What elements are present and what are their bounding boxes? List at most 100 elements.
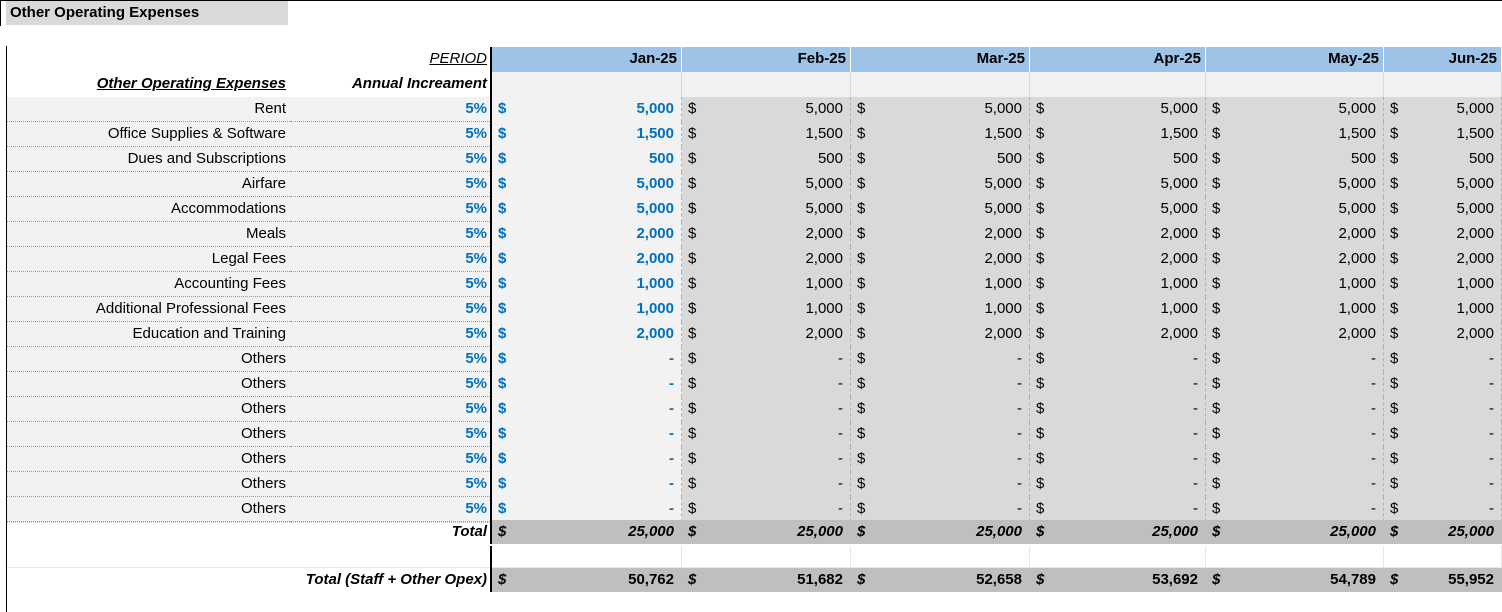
- month-cell[interactable]: $1,000: [1206, 297, 1384, 322]
- month-cell[interactable]: $1,000: [1030, 272, 1206, 297]
- month-header[interactable]: Apr-25: [1030, 47, 1206, 72]
- section-label[interactable]: Other Operating Expenses: [7, 72, 290, 97]
- month-cell[interactable]: $2,000: [1206, 322, 1384, 347]
- month-cell[interactable]: $1,000: [682, 297, 851, 322]
- month-cell[interactable]: $2,000: [1030, 247, 1206, 272]
- month-cell[interactable]: $ -: [1384, 347, 1502, 372]
- month-cell[interactable]: $25,000: [851, 520, 1030, 544]
- month-cell[interactable]: $2,000: [492, 247, 682, 272]
- month-cell[interactable]: $ -: [1206, 497, 1384, 522]
- month-cell[interactable]: [492, 546, 682, 568]
- month-cell[interactable]: $ -: [1206, 447, 1384, 472]
- month-cell[interactable]: $1,000: [851, 272, 1030, 297]
- month-cell[interactable]: [1206, 72, 1384, 97]
- month-cell[interactable]: $2,000: [851, 322, 1030, 347]
- month-cell[interactable]: $5,000: [1030, 97, 1206, 122]
- increment-input[interactable]: 5%: [290, 172, 490, 197]
- increment-input[interactable]: 5%: [290, 197, 490, 222]
- month-cell[interactable]: $5,000: [492, 97, 682, 122]
- month-header[interactable]: May-25: [1206, 47, 1384, 72]
- month-cell[interactable]: [682, 546, 851, 568]
- month-cell[interactable]: $1,000: [492, 272, 682, 297]
- month-header[interactable]: Mar-25: [851, 47, 1030, 72]
- increment-input[interactable]: 5%: [290, 97, 490, 122]
- month-cell[interactable]: $ -: [1030, 472, 1206, 497]
- month-cell[interactable]: $25,000: [1030, 520, 1206, 544]
- month-cell[interactable]: $ -: [492, 422, 682, 447]
- month-cell[interactable]: $ -: [682, 397, 851, 422]
- month-header[interactable]: Feb-25: [682, 47, 851, 72]
- month-cell[interactable]: $25,000: [682, 520, 851, 544]
- month-cell[interactable]: $5,000: [682, 172, 851, 197]
- month-cell[interactable]: $2,000: [682, 222, 851, 247]
- month-cell[interactable]: $2,000: [1384, 322, 1502, 347]
- increment-input[interactable]: 5%: [290, 372, 490, 397]
- month-cell[interactable]: $ -: [851, 472, 1030, 497]
- month-cell[interactable]: $5,000: [851, 197, 1030, 222]
- month-cell[interactable]: [492, 72, 682, 97]
- month-cell[interactable]: $1,500: [851, 122, 1030, 147]
- month-cell[interactable]: $5,000: [492, 197, 682, 222]
- increment-input[interactable]: 5%: [290, 222, 490, 247]
- month-cell[interactable]: $1,500: [1030, 122, 1206, 147]
- month-cell[interactable]: $1,500: [492, 122, 682, 147]
- month-cell[interactable]: $ -: [1206, 422, 1384, 447]
- month-cell[interactable]: $ -: [1206, 397, 1384, 422]
- month-cell[interactable]: [851, 546, 1030, 568]
- month-cell[interactable]: $500: [492, 147, 682, 172]
- month-cell[interactable]: $54,789: [1206, 568, 1384, 592]
- month-cell[interactable]: $55,952: [1384, 568, 1502, 592]
- month-cell[interactable]: $ -: [492, 497, 682, 522]
- increment-input[interactable]: 5%: [290, 122, 490, 147]
- month-cell[interactable]: $ -: [851, 347, 1030, 372]
- month-cell[interactable]: $5,000: [851, 172, 1030, 197]
- month-cell[interactable]: $ -: [492, 347, 682, 372]
- month-cell[interactable]: $ -: [492, 372, 682, 397]
- month-cell[interactable]: $ -: [851, 422, 1030, 447]
- month-cell[interactable]: $ -: [1030, 422, 1206, 447]
- month-cell[interactable]: $1,000: [1030, 297, 1206, 322]
- month-cell[interactable]: [682, 72, 851, 97]
- month-cell[interactable]: [1030, 72, 1206, 97]
- month-cell[interactable]: $1,500: [682, 122, 851, 147]
- month-cell[interactable]: $ -: [682, 372, 851, 397]
- month-cell[interactable]: $ -: [1206, 472, 1384, 497]
- month-cell[interactable]: $ -: [682, 497, 851, 522]
- month-cell[interactable]: $25,000: [492, 520, 682, 544]
- increment-input[interactable]: 5%: [290, 322, 490, 347]
- month-cell[interactable]: $ -: [851, 447, 1030, 472]
- month-cell[interactable]: $5,000: [492, 172, 682, 197]
- month-cell[interactable]: $2,000: [682, 247, 851, 272]
- month-cell[interactable]: $ -: [1030, 372, 1206, 397]
- month-cell[interactable]: $25,000: [1384, 520, 1502, 544]
- increment-input[interactable]: 5%: [290, 422, 490, 447]
- month-cell[interactable]: $1,500: [1206, 122, 1384, 147]
- month-cell[interactable]: $5,000: [851, 97, 1030, 122]
- month-cell[interactable]: $2,000: [1206, 222, 1384, 247]
- month-cell[interactable]: $51,682: [682, 568, 851, 592]
- month-cell[interactable]: $2,000: [1030, 222, 1206, 247]
- month-cell[interactable]: $1,000: [1206, 272, 1384, 297]
- month-cell[interactable]: $ -: [1384, 372, 1502, 397]
- month-cell[interactable]: $ -: [1384, 397, 1502, 422]
- increment-input[interactable]: 5%: [290, 247, 490, 272]
- month-cell[interactable]: $2,000: [682, 322, 851, 347]
- month-cell[interactable]: $52,658: [851, 568, 1030, 592]
- month-cell[interactable]: $ -: [682, 422, 851, 447]
- month-cell[interactable]: $2,000: [1030, 322, 1206, 347]
- month-cell[interactable]: $500: [1030, 147, 1206, 172]
- increment-input[interactable]: 5%: [290, 147, 490, 172]
- month-cell[interactable]: $5,000: [1206, 197, 1384, 222]
- month-cell[interactable]: $ -: [1384, 497, 1502, 522]
- month-cell[interactable]: $500: [1206, 147, 1384, 172]
- month-cell[interactable]: $ -: [1384, 422, 1502, 447]
- month-cell[interactable]: $ -: [1030, 397, 1206, 422]
- month-cell[interactable]: $2,000: [851, 247, 1030, 272]
- month-cell[interactable]: $1,000: [851, 297, 1030, 322]
- month-cell[interactable]: $2,000: [851, 222, 1030, 247]
- month-cell[interactable]: $ -: [1030, 347, 1206, 372]
- month-header[interactable]: Jan-25: [492, 47, 682, 72]
- increment-column-label[interactable]: Annual Increament: [290, 72, 490, 97]
- month-cell[interactable]: $ -: [682, 447, 851, 472]
- month-cell[interactable]: $ -: [1206, 372, 1384, 397]
